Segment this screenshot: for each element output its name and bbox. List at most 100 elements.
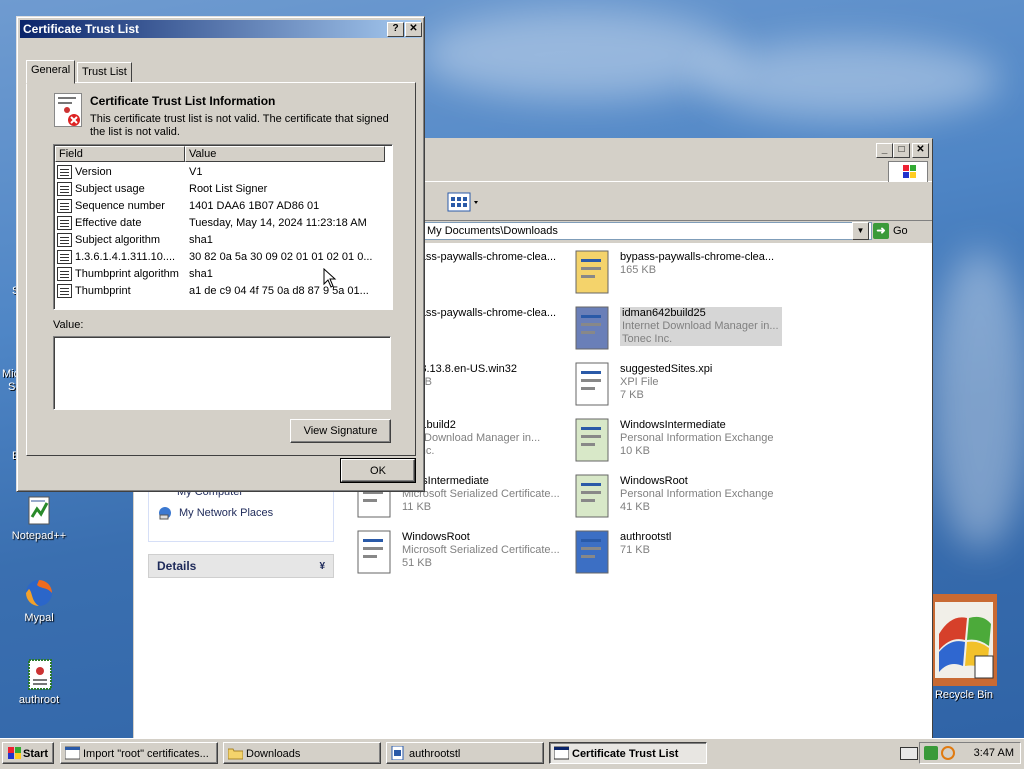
- file-item[interactable]: suggestedSites.xpi XPI File 7 KB: [570, 361, 782, 413]
- details-label: Details: [157, 559, 197, 573]
- go-arrow-icon: ➜: [873, 223, 889, 239]
- clock[interactable]: 3:47 AM: [974, 743, 1014, 763]
- network-tray-icon[interactable]: [924, 746, 938, 760]
- desktop-icon-label: authroot: [18, 694, 60, 706]
- other-places-box: My Computer My Network Places: [148, 484, 334, 542]
- file-item[interactable]: WindowsRoot Microsoft Serialized Certifi…: [352, 529, 564, 581]
- file-type: XPI File: [620, 376, 659, 388]
- tab-general[interactable]: General: [26, 60, 76, 84]
- file-name: WindowsIntermediate: [620, 419, 726, 431]
- field-name: Thumbprint: [75, 285, 131, 297]
- taskbar-item-label: authrootstl: [409, 748, 461, 760]
- file-text: WindowsRoot Microsoft Serialized Certifi…: [402, 531, 564, 570]
- field-value: a1 de c9 04 4f 75 0a d8 87 9 5a 01...: [189, 285, 369, 297]
- file-text: WindowsRoot Personal Information Exchang…: [620, 475, 782, 514]
- file-type: 71 KB: [620, 544, 650, 556]
- table-row[interactable]: 1.3.6.1.4.1.311.10.... 30 82 0a 5a 30 09…: [57, 249, 387, 266]
- file-text: WindowsIntermediate Personal Information…: [620, 419, 782, 458]
- keyboard-icon[interactable]: [900, 747, 918, 760]
- file-item[interactable]: idman642build25 Internet Download Manage…: [570, 305, 782, 357]
- sst-file-icon: [357, 530, 391, 574]
- views-button[interactable]: [446, 191, 482, 213]
- file-type: Personal Information Exchange: [620, 488, 774, 500]
- file-text: bypass-paywalls-chrome-clea... se KB: [402, 251, 564, 290]
- taskbar-item-label: Certificate Trust List: [572, 748, 679, 760]
- certificate-trust-list-dialog: Certificate Trust List ? ✕ General Trust…: [16, 16, 425, 492]
- desktop-icon-mypal[interactable]: Mypal: [4, 577, 74, 624]
- address-input[interactable]: My Documents\Downloads: [424, 222, 872, 240]
- certificate-file-icon: [23, 659, 55, 691]
- table-row[interactable]: Thumbprint a1 de c9 04 4f 75 0a d8 87 9 …: [57, 283, 387, 300]
- start-button[interactable]: Start: [2, 742, 54, 764]
- table-row[interactable]: Version V1: [57, 164, 387, 181]
- field-icon: [57, 182, 72, 196]
- file-size: 7 KB: [620, 389, 644, 401]
- field-icon: [57, 267, 72, 281]
- file-name: suggestedSites.xpi: [620, 363, 713, 375]
- taskbar-item-certificate-trust-list[interactable]: Certificate Trust List: [549, 742, 707, 764]
- desktop-icon-notepadpp[interactable]: Notepad++: [4, 495, 74, 542]
- address-dropdown-button[interactable]: ▼: [852, 222, 869, 240]
- field-name: Thumbprint algorithm: [75, 268, 179, 280]
- desktop-icon-authroot[interactable]: authroot: [4, 659, 74, 706]
- field-value: Tuesday, May 14, 2024 11:23:18 AM: [189, 217, 367, 229]
- details-panel-header[interactable]: Details ¥: [148, 554, 334, 578]
- notepadpp-icon: [23, 495, 55, 527]
- tab-trust-list[interactable]: Trust List: [77, 62, 132, 84]
- go-button[interactable]: ➜ Go: [873, 221, 921, 241]
- field-name: Sequence number: [75, 200, 165, 212]
- dialog-titlebar[interactable]: Certificate Trust List ? ✕: [20, 20, 422, 38]
- taskbar-item-import-root[interactable]: Import "root" certificates...: [60, 742, 218, 764]
- file-size: Tonec Inc.: [622, 333, 673, 345]
- view-signature-button[interactable]: View Signature: [290, 419, 391, 443]
- file-text: al-68.13.8.en-US.win32 23 KB: [402, 363, 564, 389]
- file-item[interactable]: WindowsRoot Personal Information Exchang…: [570, 473, 782, 525]
- network-places-label: My Network Places: [179, 507, 274, 519]
- desktop-icon-label: Mypal: [24, 612, 54, 624]
- taskbar-item-authrootstl[interactable]: authrootstl: [386, 742, 544, 764]
- file-item[interactable]: WindowsIntermediate Personal Information…: [570, 417, 782, 469]
- minimize-button[interactable]: _: [876, 143, 893, 158]
- column-header-value[interactable]: Value: [185, 146, 385, 162]
- desktop-icon-recycle-bin[interactable]: Recycle Bin: [931, 594, 997, 701]
- value-textarea[interactable]: [53, 336, 391, 410]
- table-row[interactable]: Effective date Tuesday, May 14, 2024 11:…: [57, 215, 387, 232]
- file-item[interactable]: bypass-paywalls-chrome-clea... 165 KB: [570, 249, 782, 301]
- list-header: Field Value: [55, 146, 391, 162]
- table-row[interactable]: Thumbprint algorithm sha1: [57, 266, 387, 283]
- file-name: bypass-paywalls-chrome-clea...: [620, 251, 775, 263]
- maximize-button[interactable]: □: [893, 143, 910, 158]
- pfx-file-icon: [575, 474, 609, 518]
- file-text: idman642build25 Internet Download Manage…: [620, 307, 782, 346]
- file-type: se: [402, 264, 564, 277]
- table-row[interactable]: Subject usage Root List Signer: [57, 181, 387, 198]
- value-label: Value:: [53, 319, 84, 331]
- file-size: 51 KB: [402, 557, 432, 569]
- recycle-bin-icon: [931, 594, 997, 686]
- help-button[interactable]: ?: [387, 22, 404, 37]
- file-item[interactable]: authrootstl 71 KB: [570, 529, 782, 581]
- field-icon: [57, 165, 72, 179]
- search-tray-icon[interactable]: [941, 746, 955, 760]
- close-button[interactable]: ✕: [405, 22, 422, 37]
- field-value: 1401 DAA6 1B07 AD86 01: [189, 200, 320, 212]
- taskbar-item-downloads[interactable]: Downloads: [223, 742, 381, 764]
- table-row[interactable]: Subject algorithm sha1: [57, 232, 387, 249]
- file-name: n641build2: [402, 419, 456, 431]
- column-header-field[interactable]: Field: [55, 146, 185, 162]
- xpi-file-icon: [575, 362, 609, 406]
- field-list[interactable]: Field Value Version V1 Subject usage Roo…: [53, 144, 393, 310]
- close-button[interactable]: ✕: [912, 143, 929, 158]
- place-my-network-places[interactable]: My Network Places: [157, 505, 325, 521]
- file-size: KB: [402, 277, 564, 290]
- zip-folder-icon: [575, 250, 609, 294]
- ok-button[interactable]: OK: [340, 458, 416, 483]
- file-type: 23 KB: [402, 376, 564, 389]
- views-icon: [447, 192, 478, 212]
- file-text: dowsIntermediate Microsoft Serialized Ce…: [402, 475, 564, 514]
- field-value: Root List Signer: [189, 183, 268, 195]
- browser-icon: [65, 746, 80, 760]
- table-row[interactable]: Sequence number 1401 DAA6 1B07 AD86 01: [57, 198, 387, 215]
- file-size: 41 KB: [620, 501, 650, 513]
- installer-icon: [575, 306, 609, 350]
